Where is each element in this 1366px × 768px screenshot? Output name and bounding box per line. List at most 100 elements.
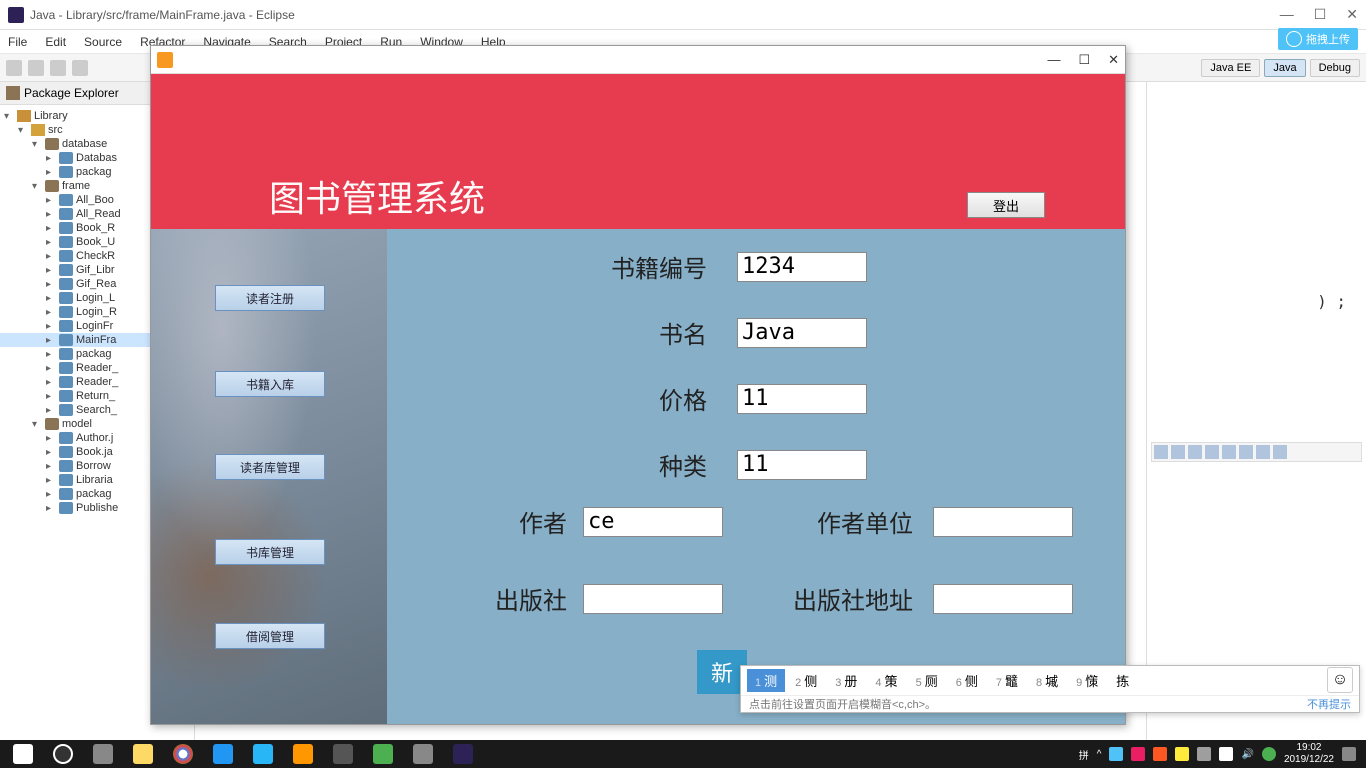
price-label: 价格 [587, 381, 707, 416]
app-icon[interactable] [324, 742, 362, 766]
app-title: 图书管理系统 [269, 170, 485, 222]
category-input[interactable] [737, 450, 867, 480]
book-id-label: 书籍编号 [587, 249, 707, 284]
minimize-icon[interactable]: — [1280, 6, 1294, 23]
tool-icon[interactable] [1256, 445, 1270, 459]
borrow-manage-button[interactable]: 借阅管理 [215, 623, 325, 649]
taskview-button[interactable] [84, 742, 122, 766]
ime-candidate[interactable]: 8墄 [1028, 669, 1066, 692]
menu-file[interactable]: File [8, 35, 27, 49]
ime-candidate[interactable]: 4策 [867, 669, 905, 692]
new-icon[interactable] [6, 60, 22, 76]
eclipse-taskbar-icon[interactable] [444, 742, 482, 766]
ime-candidate[interactable]: 3册 [827, 669, 865, 692]
perspective-java[interactable]: Java [1264, 59, 1305, 77]
tool-icon[interactable] [1222, 445, 1236, 459]
book-entry-button[interactable]: 书籍入库 [215, 371, 325, 397]
menu-source[interactable]: Source [84, 35, 122, 49]
swing-titlebar: — ☐ ✕ [151, 46, 1125, 74]
app-icon[interactable] [244, 742, 282, 766]
titlebar-text: Java - Library/src/frame/MainFrame.java … [30, 8, 295, 22]
tool-icon[interactable] [1154, 445, 1168, 459]
code-fragment: ) ; [1317, 292, 1346, 311]
reader-manage-button[interactable]: 读者库管理 [215, 454, 325, 480]
ime-candidate[interactable]: 5厕 [908, 669, 946, 692]
app-icon[interactable] [404, 742, 442, 766]
publisher-addr-input[interactable] [933, 584, 1073, 614]
ime-candidate[interactable]: 9憡 [1068, 669, 1106, 692]
close-icon[interactable]: ✕ [1346, 6, 1358, 23]
publisher-input[interactable] [583, 584, 723, 614]
price-input[interactable] [737, 384, 867, 414]
notification-icon[interactable] [1342, 747, 1356, 761]
swing-maximize-icon[interactable]: ☐ [1078, 52, 1090, 68]
ime-emoji-button[interactable]: ☺ [1327, 667, 1353, 693]
app-icon[interactable] [284, 742, 322, 766]
app-icon[interactable] [364, 742, 402, 766]
author-unit-label: 作者单位 [773, 504, 913, 539]
clock[interactable]: 19:02 2019/12/22 [1284, 742, 1334, 766]
tray-icon[interactable] [1197, 747, 1211, 761]
ime-candidate[interactable]: 拣 [1108, 669, 1137, 692]
package-icon [6, 86, 20, 100]
swing-minimize-icon[interactable]: — [1047, 52, 1060, 68]
library-app-window: — ☐ ✕ 图书管理系统 登出 读者注册 书籍入库 读者库管理 书库管理 借阅管… [150, 45, 1126, 725]
ime-candidate[interactable]: 1测 [747, 669, 785, 692]
volume-icon[interactable]: 🔊 [1241, 749, 1253, 760]
chrome-icon[interactable] [164, 742, 202, 766]
save-all-icon[interactable] [50, 60, 66, 76]
tray-icon[interactable] [1153, 747, 1167, 761]
app-icon[interactable] [204, 742, 242, 766]
tray-icon[interactable] [1109, 747, 1123, 761]
tray-icon[interactable] [1262, 747, 1276, 761]
ime-candidates[interactable]: 1测2侧3册4策5厕6侧7鼊8墄9憡拣 ☺ [741, 666, 1359, 695]
perspective-switcher: Java EE Java Debug [1201, 59, 1360, 77]
save-icon[interactable] [28, 60, 44, 76]
author-label: 作者 [487, 504, 567, 539]
book-manage-button[interactable]: 书库管理 [215, 539, 325, 565]
book-name-input[interactable] [737, 318, 867, 348]
ime-hint: 点击前往设置页面开启模糊音<c,ch>。 不再提示 [741, 695, 1359, 712]
logout-button[interactable]: 登出 [967, 192, 1045, 218]
tray-icon[interactable] [1219, 747, 1233, 761]
publisher-label: 出版社 [467, 581, 567, 616]
windows-taskbar: 拼 ^ 🔊 19:02 2019/12/22 [0, 740, 1366, 768]
swing-body: 图书管理系统 登出 读者注册 书籍入库 读者库管理 书库管理 借阅管理 书籍编号… [151, 74, 1125, 724]
upload-button[interactable]: 拖拽上传 [1278, 28, 1358, 50]
book-id-input[interactable] [737, 252, 867, 282]
author-unit-input[interactable] [933, 507, 1073, 537]
ime-candidate[interactable]: 6侧 [948, 669, 986, 692]
ime-candidate[interactable]: 7鼊 [988, 669, 1026, 692]
swing-close-icon[interactable]: ✕ [1108, 52, 1119, 68]
perspective-debug[interactable]: Debug [1310, 59, 1360, 77]
window-controls: — ☐ ✕ [1280, 6, 1358, 23]
perspective-javaee[interactable]: Java EE [1201, 59, 1260, 77]
print-icon[interactable] [72, 60, 88, 76]
book-name-label: 书名 [587, 315, 707, 350]
ime-indicator[interactable]: 拼 [1079, 747, 1089, 762]
explorer-icon[interactable] [124, 742, 162, 766]
mini-toolbar [1151, 442, 1362, 462]
cortana-button[interactable] [44, 742, 82, 766]
tool-icon[interactable] [1171, 445, 1185, 459]
java-icon [157, 52, 173, 68]
reader-register-button[interactable]: 读者注册 [215, 285, 325, 311]
tool-icon[interactable] [1239, 445, 1253, 459]
menu-edit[interactable]: Edit [45, 35, 66, 49]
tray-icon[interactable] [1175, 747, 1189, 761]
app-content: 读者注册 书籍入库 读者库管理 书库管理 借阅管理 书籍编号 书名 价格 [151, 229, 1125, 724]
eclipse-icon [8, 7, 24, 23]
maximize-icon[interactable]: ☐ [1314, 6, 1327, 23]
publisher-addr-label: 出版社地址 [753, 581, 913, 616]
start-button[interactable] [4, 742, 42, 766]
tray-chevron-icon[interactable]: ^ [1097, 749, 1102, 760]
author-input[interactable] [583, 507, 723, 537]
book-form: 书籍编号 书名 价格 种类 作者 作者单位 [387, 229, 1125, 724]
tool-icon[interactable] [1188, 445, 1202, 459]
tool-icon[interactable] [1205, 445, 1219, 459]
tray-icon[interactable] [1131, 747, 1145, 761]
category-label: 种类 [587, 447, 707, 482]
ime-candidate[interactable]: 2侧 [787, 669, 825, 692]
ime-dismiss-hint[interactable]: 不再提示 [1307, 696, 1351, 712]
tool-icon[interactable] [1273, 445, 1287, 459]
